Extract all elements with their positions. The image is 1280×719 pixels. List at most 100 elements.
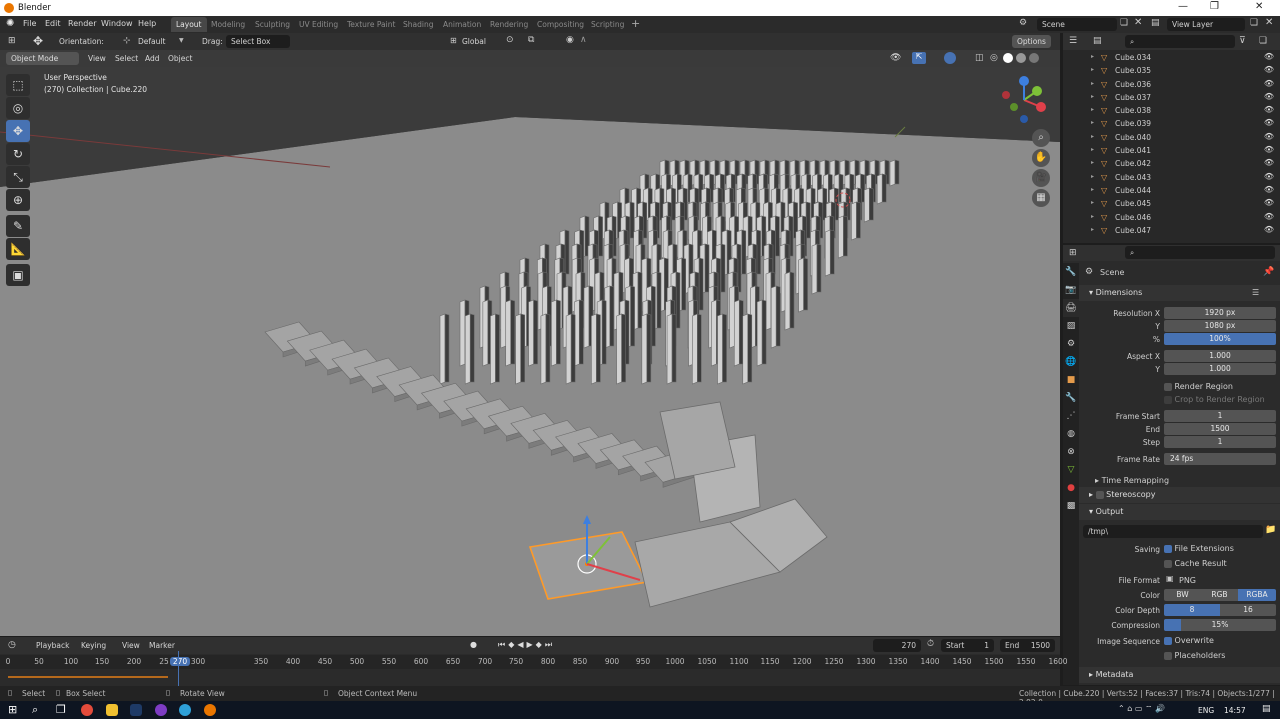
xray-icon[interactable]: ◫ <box>975 53 984 63</box>
outliner-editor-icon[interactable]: ☰ <box>1069 36 1077 46</box>
playhead-line[interactable] <box>178 651 179 686</box>
file-extensions-checkbox[interactable]: File Extensions <box>1164 544 1234 553</box>
frame-end-field[interactable]: 1500 <box>1164 423 1276 435</box>
world-tab-icon[interactable]: 🌐 <box>1063 353 1079 371</box>
placeholders-checkbox[interactable]: Placeholders <box>1164 651 1225 660</box>
dimensions-panel-header[interactable]: ▾ Dimensions <box>1079 285 1280 301</box>
blender-menu-icon[interactable]: ✺ <box>6 18 14 29</box>
solid-shading-icon[interactable] <box>1003 53 1013 63</box>
eye-icon[interactable]: 👁 <box>1264 225 1274 234</box>
object-tab-icon[interactable]: ■ <box>1063 371 1079 389</box>
volume-icon[interactable]: 🔊 <box>1155 704 1165 713</box>
outliner-row[interactable]: ▸ ▽ Cube.035 👁 <box>1063 64 1280 77</box>
expand-icon[interactable]: ▸ <box>1091 173 1094 180</box>
timeline-editor-icon[interactable]: ◷ <box>8 640 16 650</box>
expand-icon[interactable]: ▸ <box>1091 199 1094 206</box>
delete-scene-icon[interactable]: ✕ <box>1134 17 1142 28</box>
aspect-x-field[interactable]: 1.000 <box>1164 350 1276 362</box>
outliner-row[interactable]: ▸ ▽ Cube.045 👁 <box>1063 197 1280 210</box>
eye-icon[interactable]: 👁 <box>1264 145 1274 154</box>
zoom-icon[interactable]: ⌕ <box>1032 129 1050 147</box>
stereoscopy-panel-header[interactable]: ▸ Stereoscopy <box>1079 487 1280 503</box>
snap-icon[interactable]: ⧉ <box>528 35 534 45</box>
menu-file[interactable]: File <box>23 19 36 28</box>
expand-icon[interactable]: ▸ <box>1091 186 1094 193</box>
end-frame-field[interactable]: End 1500 <box>1000 639 1055 652</box>
mode-dropdown[interactable]: Object Mode <box>6 52 79 65</box>
editor-type-icon[interactable]: ⊞ <box>8 36 16 46</box>
add-workspace-icon[interactable]: + <box>631 17 640 30</box>
eye-icon[interactable]: 👁 <box>1264 52 1274 61</box>
outliner-row[interactable]: ▸ ▽ Cube.036 👁 <box>1063 78 1280 91</box>
language-indicator[interactable]: ENG <box>1198 706 1214 715</box>
tab-rendering[interactable]: Rendering <box>485 17 533 32</box>
menu-object[interactable]: Object <box>168 54 192 63</box>
marker-menu[interactable]: Marker <box>149 641 175 650</box>
overwrite-checkbox[interactable]: Overwrite <box>1164 636 1214 645</box>
scene-field[interactable]: Scene <box>1037 18 1117 31</box>
add-cube-tool-icon[interactable]: ▣ <box>6 264 30 286</box>
transform-tool-icon[interactable]: ⊕ <box>6 189 30 211</box>
color-rgba-button[interactable]: RGBA <box>1238 589 1276 601</box>
pivot-point-icon[interactable]: ⊙ <box>506 35 514 45</box>
current-frame-field[interactable]: 270 <box>873 639 921 652</box>
wireframe-shading-icon[interactable]: ◎ <box>990 53 998 63</box>
battery-icon[interactable]: ▭ <box>1135 704 1143 713</box>
prev-keyframe-icon[interactable]: ◆ <box>508 640 517 649</box>
filter-icon[interactable]: ⊽ <box>1239 36 1246 46</box>
output-tab-icon[interactable]: 🖨 <box>1063 299 1079 317</box>
task-view-icon[interactable]: ❐ <box>56 703 66 716</box>
constraints-tab-icon[interactable]: ⊗ <box>1063 443 1079 461</box>
cursor-tool-icon[interactable]: ◎ <box>6 97 30 119</box>
expand-icon[interactable]: ▸ <box>1091 80 1094 87</box>
gizmo-icon[interactable]: ⇱ <box>912 52 926 64</box>
file-format-dropdown[interactable]: PNG <box>1179 576 1196 585</box>
play-reverse-icon[interactable]: ◀ <box>517 640 526 649</box>
particles-tab-icon[interactable]: ⋰ <box>1063 407 1079 425</box>
timeline-view-menu[interactable]: View <box>122 641 140 650</box>
eye-icon[interactable]: 👁 <box>1264 185 1274 194</box>
menu-view[interactable]: View <box>88 54 106 63</box>
frame-rate-dropdown[interactable]: 24 fps <box>1164 453 1276 465</box>
overlay-icon[interactable] <box>944 52 956 64</box>
wifi-icon[interactable]: ⌔ <box>1145 704 1153 713</box>
time-remapping-subpanel[interactable]: ▸ Time Remapping <box>1095 476 1169 485</box>
eye-icon[interactable]: 👁 <box>1264 132 1274 141</box>
stereoscopy-checkbox[interactable] <box>1095 490 1104 499</box>
compression-slider[interactable]: 15% <box>1164 619 1276 631</box>
expand-icon[interactable]: ▸ <box>1091 226 1094 233</box>
telegram-icon[interactable] <box>179 704 191 716</box>
eye-icon[interactable]: 👁 <box>1264 118 1274 127</box>
tab-layout[interactable]: Layout <box>171 17 207 32</box>
render-region-checkbox[interactable]: Render Region <box>1164 382 1233 391</box>
view-layer-icon[interactable]: ▤ <box>1151 18 1160 28</box>
photoshop-icon[interactable] <box>130 704 142 716</box>
eye-icon[interactable]: 👁 <box>1264 198 1274 207</box>
new-view-layer-icon[interactable]: ❏ <box>1250 18 1258 28</box>
metadata-panel-header[interactable]: ▸ Metadata <box>1079 667 1280 683</box>
aspect-y-field[interactable]: 1.000 <box>1164 363 1276 375</box>
keyframe-area[interactable] <box>0 669 1060 686</box>
folder-icon[interactable]: 📁 <box>1265 525 1276 535</box>
chrome-icon[interactable] <box>81 704 93 716</box>
vpn-icon[interactable] <box>155 704 167 716</box>
texture-tab-icon[interactable]: ▩ <box>1063 497 1079 515</box>
output-panel-header[interactable]: ▾ Output <box>1079 504 1280 520</box>
display-mode-icon[interactable]: ▤ <box>1093 36 1102 46</box>
expand-icon[interactable]: ▸ <box>1091 53 1094 60</box>
start-frame-field[interactable]: Start 1 <box>941 639 994 652</box>
expand-icon[interactable]: ▸ <box>1091 119 1094 126</box>
eye-icon[interactable]: 👁 <box>1264 92 1274 101</box>
menu-select[interactable]: Select <box>115 54 138 63</box>
pan-hand-icon[interactable]: ✋ <box>1032 149 1050 167</box>
color-depth-8-button[interactable]: 8 <box>1164 604 1220 616</box>
select-box-tool-icon[interactable]: ⬚ <box>6 74 30 96</box>
falloff-icon[interactable]: ∧ <box>580 35 587 45</box>
resolution-y-field[interactable]: 1080 px <box>1164 320 1276 332</box>
tab-sculpting[interactable]: Sculpting <box>250 17 295 32</box>
blender-taskbar-icon[interactable] <box>204 704 216 716</box>
delete-view-layer-icon[interactable]: ✕ <box>1265 17 1273 28</box>
frame-ruler[interactable]: 0 50 100 150 200 25 270 300 350 400 450 500 550 600 65… <box>0 655 1068 669</box>
expand-icon[interactable]: ▸ <box>1091 66 1094 73</box>
3d-viewport[interactable]: ⬚ ◎ ✥ ↻ ⤡ ⊕ ✎ 📐 ▣ User Perspective (270)… <box>0 67 1060 636</box>
